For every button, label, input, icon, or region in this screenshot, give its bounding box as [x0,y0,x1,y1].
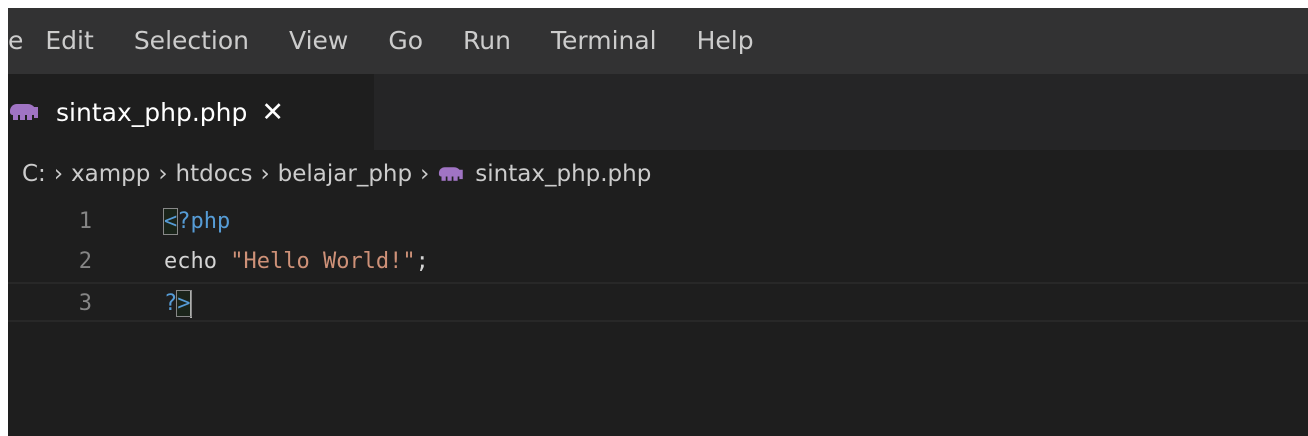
menu-file[interactable]: e [8,8,45,74]
menu-go[interactable]: Go [368,8,443,74]
line-number: 3 [78,291,92,316]
menu-view[interactable]: View [269,8,368,74]
php-close-bracket: > [176,290,192,317]
menu-selection[interactable]: Selection [114,8,269,74]
php-open-tag: ?php [177,209,231,234]
line-number: 2 [78,249,92,274]
code-line: 2 echo "Hello World!"; [8,242,1308,282]
chevron-right-icon: › [260,161,270,187]
code-line-current: 3 ?> [8,282,1308,322]
menu-edit[interactable]: Edit [45,8,113,74]
tab-sintax-php[interactable]: sintax_php.php ✕ [8,74,374,150]
text-cursor [189,290,192,318]
menu-run[interactable]: Run [443,8,531,74]
breadcrumb-item-htdocs[interactable]: htdocs [176,161,253,187]
breadcrumb-item-belajar-php[interactable]: belajar_php [278,161,412,187]
menu-bar: e Edit Selection View Go Run Terminal He… [8,8,1308,74]
close-icon[interactable]: ✕ [261,99,284,126]
code-text: echo "Hello World!"; [164,242,429,282]
code-editor[interactable]: 1 <?php 2 echo "Hello World!"; 3 ?> [8,198,1308,436]
breadcrumb-item-drive[interactable]: C: [22,161,46,187]
echo-keyword: echo [164,249,217,274]
php-elephant-icon [439,167,464,181]
tab-label: sintax_php.php [56,97,248,127]
chevron-right-icon: › [53,161,64,187]
chevron-right-icon: › [158,161,168,187]
php-elephant-icon [10,104,38,120]
code-text: ?> [164,284,192,324]
breadcrumb-item-file[interactable]: sintax_php.php [475,161,651,187]
menu-terminal[interactable]: Terminal [531,8,677,74]
code-line: 1 <?php [8,202,1308,242]
php-close-question: ? [164,291,178,316]
menu-help[interactable]: Help [677,8,774,74]
line-number: 1 [78,209,92,234]
tab-strip: sintax_php.php ✕ [8,74,1308,150]
chevron-right-icon: › [420,161,430,187]
code-text: <?php [162,202,231,242]
string-literal: "Hello World!" [230,249,416,274]
breadcrumb: C: › xampp › htdocs › belajar_php › sint… [22,154,651,194]
breadcrumb-item-xampp[interactable]: xampp [71,161,150,187]
semicolon: ; [415,249,429,274]
editor-window: e Edit Selection View Go Run Terminal He… [8,8,1308,436]
php-open-bracket: < [162,208,179,235]
